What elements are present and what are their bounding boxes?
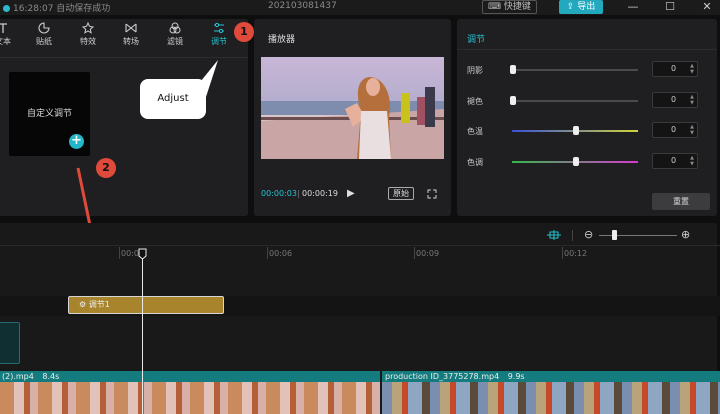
adjust-callout: Adjust bbox=[140, 79, 206, 119]
reset-button[interactable]: 重置 bbox=[652, 193, 710, 210]
stepper-icon[interactable]: ▲ ▼ bbox=[690, 124, 694, 136]
play-icon[interactable]: ▶ bbox=[347, 188, 355, 199]
fade-label: 褪色 bbox=[467, 97, 483, 106]
adjust-header-divider bbox=[457, 49, 717, 50]
video-preview[interactable] bbox=[261, 57, 444, 159]
video-clip-1-header[interactable]: (2).mp4 8.4s bbox=[0, 371, 380, 382]
zoom-in-icon[interactable]: ⊕ bbox=[681, 229, 690, 241]
adjust-panel-title: 调节 bbox=[467, 35, 486, 45]
fade-slider[interactable] bbox=[512, 100, 638, 102]
overlay-clip[interactable] bbox=[0, 322, 20, 364]
toolbar-divider bbox=[572, 230, 573, 241]
current-time: 00:00:03 bbox=[261, 189, 297, 198]
total-time: 00:00:19 bbox=[302, 189, 338, 198]
stepper-icon[interactable]: ▲ ▼ bbox=[690, 63, 694, 75]
fade-slider-knob[interactable] bbox=[510, 96, 516, 105]
ruler-tick-line bbox=[414, 247, 415, 259]
original-ratio-button[interactable]: 原始 bbox=[388, 187, 414, 200]
fullscreen-icon[interactable] bbox=[427, 189, 437, 199]
shadow-slider-knob[interactable] bbox=[510, 65, 516, 74]
adjust-clip[interactable]: ⚙ 调节1 bbox=[68, 296, 224, 314]
annotation-badge-2: 2 bbox=[96, 158, 116, 178]
snap-icon[interactable] bbox=[546, 229, 562, 241]
time-separator: | bbox=[297, 189, 300, 198]
playhead-handle-icon[interactable] bbox=[138, 248, 147, 260]
tint-value-input[interactable]: 0 ▲ ▼ bbox=[652, 153, 698, 169]
ruler-tick-line bbox=[119, 247, 120, 259]
annotation-badge-1: 1 bbox=[234, 22, 254, 42]
video-frame bbox=[261, 57, 444, 159]
stepper-icon[interactable]: ▲ ▼ bbox=[690, 155, 694, 167]
ruler-tick-line bbox=[562, 247, 563, 259]
ruler-tick-line bbox=[267, 247, 268, 259]
tint-slider-knob[interactable] bbox=[573, 157, 579, 166]
player-title: 播放器 bbox=[268, 35, 296, 45]
video-clip-1-thumbnails[interactable] bbox=[0, 382, 380, 414]
video-clip-2-header[interactable]: production ID_3775278.mp4 9.9s bbox=[382, 371, 720, 382]
temperature-label: 色温 bbox=[467, 127, 483, 136]
temperature-slider-knob[interactable] bbox=[573, 126, 579, 135]
ruler-tick-label: 00:09 bbox=[416, 249, 440, 258]
video-clip-2-thumbnails[interactable] bbox=[382, 382, 720, 414]
editor-window: { "titlebar": { "status": "16:28:07 自动保存… bbox=[0, 0, 720, 414]
adjust-clip-icon: ⚙ bbox=[79, 300, 87, 309]
shadow-value-input[interactable]: 0 ▲ ▼ bbox=[652, 61, 698, 77]
tint-label: 色调 bbox=[467, 158, 483, 167]
fade-value-input[interactable]: 0 ▲ ▼ bbox=[652, 92, 698, 108]
temperature-value-input[interactable]: 0 ▲ ▼ bbox=[652, 122, 698, 138]
shadow-slider[interactable] bbox=[512, 69, 638, 71]
zoom-out-icon[interactable]: ⊖ bbox=[584, 229, 593, 241]
ruler-tick-label: 00:06 bbox=[269, 249, 293, 258]
ruler-tick-label: 00:12 bbox=[564, 249, 588, 258]
stepper-icon[interactable]: ▲ ▼ bbox=[690, 94, 694, 106]
shadow-label: 阴影 bbox=[467, 66, 483, 75]
zoom-slider[interactable] bbox=[599, 235, 677, 236]
ruler-top-line bbox=[0, 245, 720, 246]
zoom-slider-knob[interactable] bbox=[612, 230, 617, 240]
playhead-line[interactable] bbox=[142, 252, 143, 414]
